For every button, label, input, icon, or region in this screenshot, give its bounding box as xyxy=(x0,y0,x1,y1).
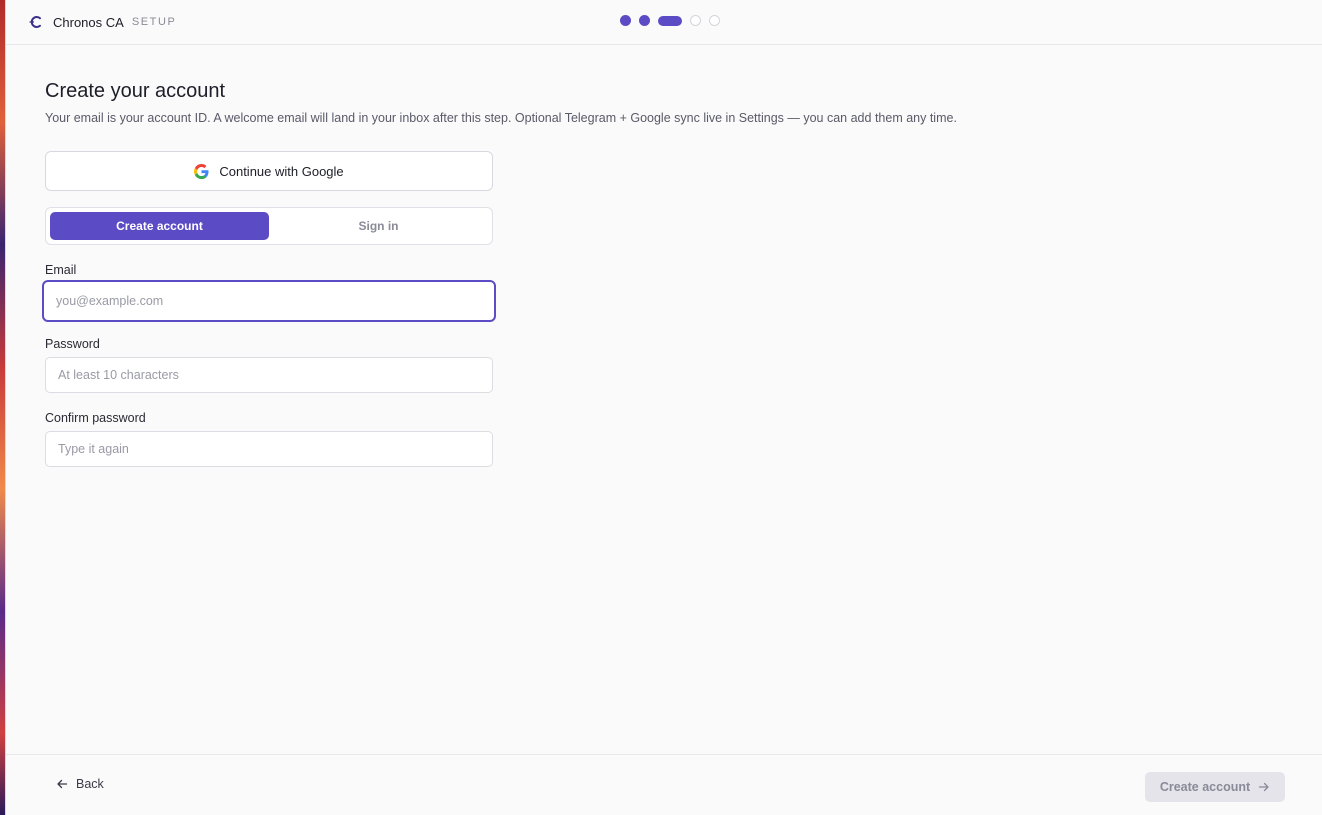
step-dot-3-current xyxy=(658,15,682,26)
google-icon xyxy=(194,163,209,179)
top-bar: Chronos CA SETUP xyxy=(6,0,1322,45)
confirm-password-field[interactable] xyxy=(45,431,493,467)
step-dot-1 xyxy=(620,15,631,26)
app-name: Chronos CA xyxy=(53,14,124,30)
auth-mode-toggle: Create account Sign in xyxy=(45,207,493,245)
back-button-label: Back xyxy=(76,777,104,791)
app-stage: SETUP xyxy=(131,16,177,28)
confirm-password-label: Confirm password xyxy=(45,411,146,425)
app-window: Chronos CA SETUP Create your account You… xyxy=(5,0,1322,815)
back-button[interactable]: Back xyxy=(56,777,104,791)
step-dot-5 xyxy=(709,15,720,26)
footer-bar: Back Create account xyxy=(6,754,1322,815)
password-label: Password xyxy=(45,337,100,351)
page-subtitle: Your email is your account ID. A welcome… xyxy=(45,111,957,125)
google-button-label: Continue with Google xyxy=(219,163,344,179)
email-field[interactable] xyxy=(42,280,496,322)
email-label: Email xyxy=(45,263,77,277)
brand: Chronos CA SETUP xyxy=(28,14,177,30)
tab-sign-in[interactable]: Sign in xyxy=(269,212,488,240)
continue-with-google-button[interactable]: Continue with Google xyxy=(45,151,493,191)
create-account-button-label: Create account xyxy=(1159,780,1251,794)
step-dot-4 xyxy=(690,15,701,26)
arrow-right-icon xyxy=(1258,781,1270,793)
step-indicator xyxy=(620,15,720,26)
create-account-button[interactable]: Create account xyxy=(1145,772,1285,802)
password-field[interactable] xyxy=(45,357,493,393)
tab-create-account[interactable]: Create account xyxy=(50,212,269,240)
page-header: Create your account Your email is your a… xyxy=(45,80,957,125)
page-title: Create your account xyxy=(45,80,226,102)
arrow-left-icon xyxy=(56,778,68,790)
chronos-logo-icon xyxy=(28,14,44,30)
step-dot-2 xyxy=(639,15,650,26)
